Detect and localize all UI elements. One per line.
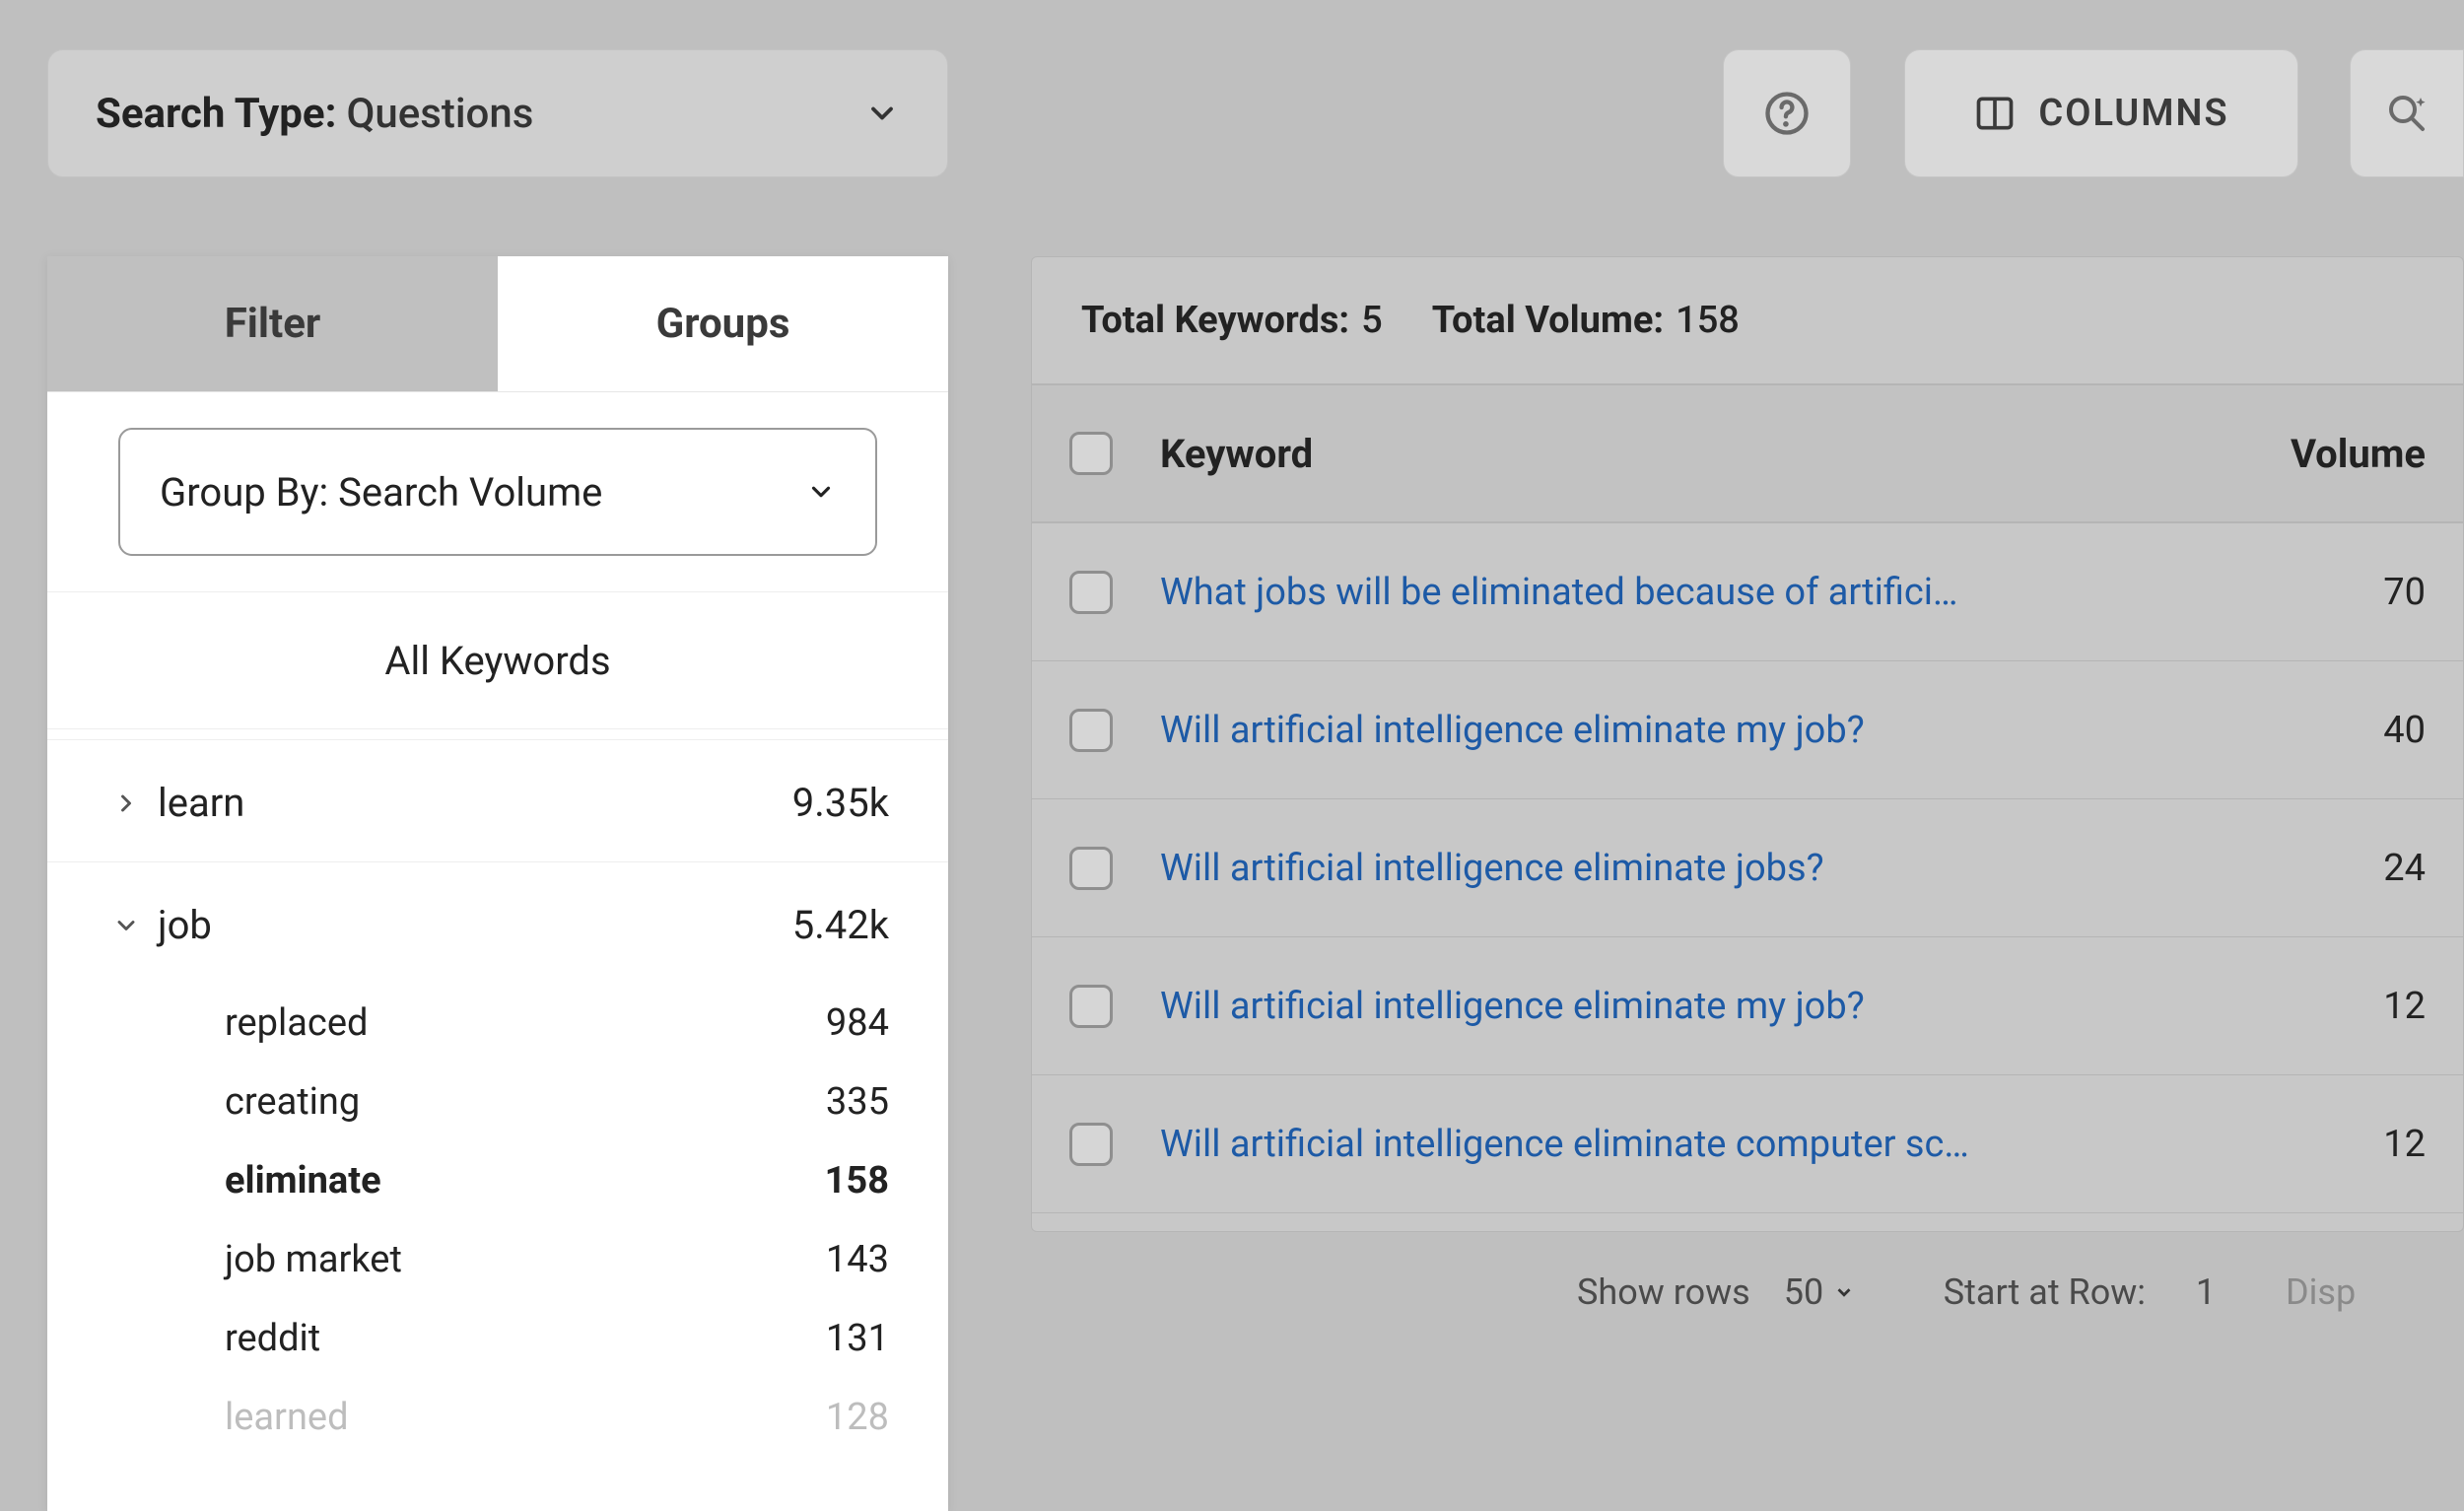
chevron-right-icon [106,790,146,817]
table-pager: Show rows 50 Start at Row: 1 Disp [1577,1271,2356,1313]
group-count: 5.42k [792,902,889,948]
group-row[interactable]: job 5.42k [47,861,948,984]
show-rows-select[interactable]: 50 [1768,1271,1906,1313]
start-at-row-input[interactable]: 1 [2163,1271,2248,1313]
group-label: learn [158,780,244,826]
magic-icon [2383,90,2430,137]
totals-bar: Total Keywords: 5 Total Volume: 158 [1032,257,2463,385]
volume-value: 12 [2228,1123,2426,1166]
keyword-link[interactable]: Will artificial intelligence eliminate j… [1160,847,2228,890]
group-label: job [158,902,212,948]
group-child-count: 984 [826,1001,889,1045]
table-row: Will artificial intelligence eliminate j… [1032,799,2463,937]
row-checkbox[interactable] [1069,1123,1113,1166]
volume-value: 70 [2228,571,2426,614]
volume-value: 12 [2228,985,2426,1028]
group-child-count: 335 [826,1080,889,1124]
table-header-row: Keyword Volume [1032,385,2463,523]
all-keywords-button[interactable]: All Keywords [47,591,948,729]
volume-value: 40 [2228,709,2426,752]
group-child-label: eliminate [225,1159,381,1202]
group-child-row[interactable]: eliminate 158 [47,1141,948,1220]
select-all-checkbox[interactable] [1069,432,1113,475]
total-volume-label: Total Volume: [1432,299,1664,342]
group-child-count: 143 [826,1238,889,1281]
row-checkbox[interactable] [1069,571,1113,614]
group-child-row[interactable]: reddit 131 [47,1299,948,1378]
help-icon [1761,88,1813,139]
keyword-link[interactable]: What jobs will be eliminated because of … [1160,571,2228,614]
group-child-count: 128 [826,1396,889,1439]
chevron-down-icon [106,912,146,939]
column-header-volume[interactable]: Volume [2228,431,2426,477]
group-count: 9.35k [792,780,889,826]
group-child-count: 131 [826,1317,889,1360]
group-child-count: 158 [825,1159,889,1202]
row-checkbox[interactable] [1069,985,1113,1028]
group-child-row[interactable]: job market 143 [47,1220,948,1299]
chevron-down-icon [1833,1281,1855,1303]
row-checkbox[interactable] [1069,709,1113,752]
columns-button[interactable]: COLUMNS [1904,49,2298,177]
keyword-link[interactable]: Will artificial intelligence eliminate m… [1160,985,2228,1028]
group-child-label: reddit [225,1317,320,1360]
keyword-link[interactable]: Will artificial intelligence eliminate c… [1160,1123,2228,1166]
start-at-row-label: Start at Row: [1944,1271,2146,1313]
search-type-label: Search Type: [96,90,336,138]
table-row: Will artificial intelligence eliminate c… [1032,1075,2463,1213]
table-row: Will artificial intelligence eliminate m… [1032,661,2463,799]
row-checkbox[interactable] [1069,847,1113,890]
keyword-link[interactable]: Will artificial intelligence eliminate m… [1160,709,2228,752]
group-child-row[interactable]: replaced 984 [47,984,948,1063]
keyword-group-tree: learn 9.35k job 5.42k replaced 984 creating 335… [47,729,948,1457]
tab-groups[interactable]: Groups [498,256,948,391]
help-button[interactable] [1723,49,1851,177]
group-child-label: creating [225,1080,360,1124]
group-child-row[interactable]: creating 335 [47,1063,948,1141]
columns-icon [1973,92,2017,135]
table-row: What jobs will be eliminated because of … [1032,523,2463,661]
displaying-label: Disp [2286,1271,2356,1313]
chevron-down-icon [806,477,836,507]
columns-label: COLUMNS [2038,92,2228,135]
total-volume-value: 158 [1676,299,1740,342]
group-by-select[interactable]: Group By: Search Volume [118,428,877,556]
group-child-row[interactable]: learned 128 [47,1378,948,1457]
group-row[interactable]: learn 9.35k [47,739,948,861]
chevron-down-icon [864,96,900,131]
search-type-value: Questions [346,90,533,138]
tab-filter[interactable]: Filter [47,256,498,391]
column-header-keyword[interactable]: Keyword [1160,431,2228,477]
group-child-label: learned [225,1396,349,1439]
total-keywords-label: Total Keywords: [1081,299,1349,342]
panel-tabs: Filter Groups [47,256,948,392]
show-rows-value: 50 [1784,1271,1823,1313]
keyword-magic-button[interactable] [2350,49,2464,177]
group-child-label: replaced [225,1001,368,1045]
show-rows-label: Show rows [1577,1271,1750,1313]
search-type-dropdown[interactable]: Search Type: Questions [47,49,948,177]
group-child-label: job market [225,1238,402,1281]
table-row: Will artificial intelligence eliminate m… [1032,937,2463,1075]
group-by-label: Group By: Search Volume [160,469,602,515]
total-keywords-value: 5 [1361,299,1383,342]
keywords-table-panel: Total Keywords: 5 Total Volume: 158 Keyw… [1031,256,2464,1232]
groups-panel: Filter Groups Group By: Search Volume Al… [47,256,948,1511]
volume-value: 24 [2228,847,2426,890]
